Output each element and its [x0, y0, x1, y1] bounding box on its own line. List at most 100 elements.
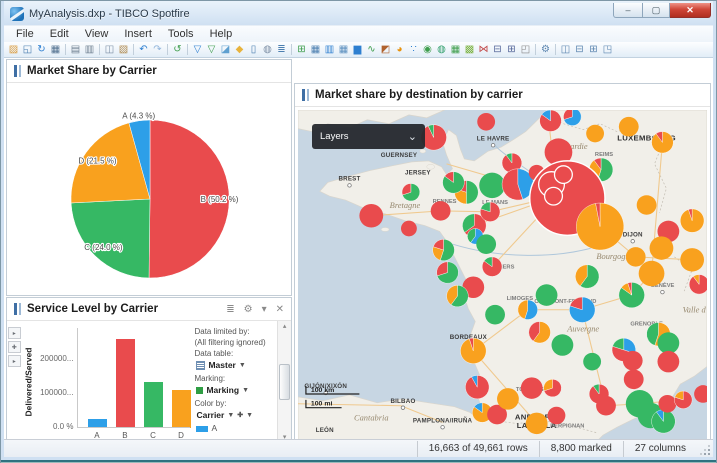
toolbar-line-chart-icon[interactable]: ∿ — [365, 43, 378, 56]
toolbar-undo-all-icon[interactable]: ↺ — [171, 43, 184, 56]
map-pie-marker[interactable] — [674, 390, 693, 409]
toolbar-undo-icon[interactable]: ↶ — [137, 43, 150, 56]
map-pie-marker[interactable] — [649, 236, 674, 260]
toolbar-open-from-library-icon[interactable]: ◱ — [21, 43, 34, 56]
scrollbar-thumb[interactable] — [279, 363, 291, 400]
map-pie-marker[interactable] — [658, 394, 677, 413]
toolbar-cross-table-icon[interactable]: ▦ — [337, 43, 350, 56]
toolbar-filters-icon[interactable]: ▽ — [191, 43, 204, 56]
map-pie-marker[interactable] — [638, 260, 665, 287]
toolbar-maximize-visualization-icon[interactable]: ◳ — [601, 43, 614, 56]
map-pie-marker[interactable] — [586, 124, 605, 143]
map-pie-marker[interactable] — [623, 369, 644, 390]
data-table-selector[interactable]: Master ▼ — [196, 360, 275, 371]
toolbar-combination-chart-icon[interactable]: ◩ — [379, 43, 392, 56]
map-pie-marker[interactable] — [547, 406, 566, 425]
close-button[interactable]: ✕ — [670, 3, 711, 18]
map-pie-marker[interactable] — [625, 247, 646, 267]
menu-item-insert[interactable]: Insert — [116, 26, 160, 42]
map-chart-area[interactable]: GUERNSEY JERSEY LE HAVRE BREST LUXEMBOURG DIJ… — [295, 107, 710, 439]
plus-icon[interactable]: ✚ — [237, 410, 243, 421]
map-pie-marker[interactable] — [563, 110, 582, 126]
toolbar-details-on-demand-icon[interactable]: ▯ — [247, 43, 260, 56]
map-pie-marker[interactable] — [479, 172, 505, 199]
toolbar-box-plot-icon[interactable]: ⊟ — [491, 43, 504, 56]
minimize-button[interactable]: – — [613, 3, 643, 18]
map-pie-marker[interactable] — [569, 296, 596, 323]
map-pie-marker[interactable] — [497, 388, 519, 410]
map-pie-marker[interactable] — [657, 332, 680, 354]
toolbar-parallel-coordinate-plot-icon[interactable]: ⋈ — [477, 43, 490, 56]
map-pie-marker[interactable] — [618, 116, 639, 137]
toolbar-pie-chart-icon[interactable]: ◕ — [393, 43, 406, 56]
toolbar-graphical-table-icon[interactable]: ▥ — [323, 43, 336, 56]
france-map[interactable]: GUERNSEYJERSEYLE HAVREBRESTLUXEMBOURGDIJ… — [298, 110, 707, 439]
toolbar-save-icon[interactable]: ▦ — [49, 43, 62, 56]
toolbar-document-properties-icon[interactable]: ⚙ — [539, 43, 552, 56]
map-pie-marker[interactable] — [576, 202, 625, 251]
map-pie-marker[interactable] — [520, 377, 543, 399]
axis-arrow-button[interactable]: ▸ — [7, 327, 21, 339]
map-pie-marker[interactable] — [477, 112, 496, 131]
toolbar-tags-icon[interactable]: ◪ — [219, 43, 232, 56]
maximize-button[interactable]: ▢ — [643, 3, 670, 18]
map-pie-marker[interactable] — [618, 282, 645, 308]
y-axis-zoom-slider[interactable]: ▸ ✚ ▸ — [7, 321, 22, 439]
toolbar-3d-scatter-plot-icon[interactable]: ◉ — [421, 43, 434, 56]
title-bar[interactable]: MyAnalysis.dxp - TIBCO Spotfire – ▢ ✕ — [4, 1, 713, 25]
map-pie-marker[interactable] — [482, 256, 503, 277]
bar-C[interactable] — [144, 382, 164, 428]
map-pie-marker[interactable] — [465, 375, 490, 400]
toolbar-bookmarks-icon[interactable]: ◆ — [233, 43, 246, 56]
map-pie-marker[interactable] — [543, 379, 562, 398]
map-pie-marker[interactable] — [436, 261, 459, 284]
pie-panel-header[interactable]: Market Share by Carrier — [7, 60, 291, 83]
axis-plus-button[interactable]: ✚ — [7, 341, 21, 353]
bar-panel-header[interactable]: Service Level by Carrier ≣ ⚙ ▾ ✕ — [7, 298, 291, 321]
map-pie-marker[interactable] — [528, 321, 551, 344]
map-pie-marker[interactable] — [359, 204, 384, 228]
map-pie-marker[interactable] — [689, 274, 707, 295]
marking-selector[interactable]: Marking ▼ — [196, 385, 275, 396]
toolbar-summary-table-icon[interactable]: ⊞ — [505, 43, 518, 56]
map-pie-marker[interactable] — [694, 385, 707, 403]
map-pie-marker[interactable] — [575, 264, 600, 289]
menu-item-tools[interactable]: Tools — [160, 26, 202, 42]
map-pie-marker[interactable] — [651, 409, 676, 434]
map-pie-marker[interactable] — [430, 201, 451, 221]
bar-A[interactable] — [88, 419, 108, 428]
map-panel-header[interactable]: Market share by destination by carrier — [295, 84, 710, 107]
map-pie-marker[interactable] — [460, 337, 487, 364]
map-pie-marker[interactable] — [636, 195, 657, 215]
map-pie-marker[interactable] — [476, 234, 497, 254]
map-pie-marker[interactable] — [651, 131, 674, 154]
map-pie-marker[interactable] — [622, 350, 643, 371]
toolbar-tile-horizontal-icon[interactable]: ◫ — [559, 43, 572, 56]
panel-legend-icon[interactable]: ≣ — [226, 304, 234, 315]
toolbar-open-icon[interactable]: ▨ — [7, 43, 20, 56]
map-pie-marker[interactable] — [485, 304, 505, 325]
menu-item-edit[interactable]: Edit — [42, 26, 77, 42]
map-pie-marker[interactable] — [657, 350, 680, 373]
layers-dropdown[interactable]: Layers ⌄ — [312, 124, 425, 149]
toolbar-export-icon[interactable]: ▥ — [83, 43, 96, 56]
toolbar-new-table-icon[interactable]: ▦ — [309, 43, 322, 56]
toolbar-bar-chart-icon[interactable]: ▆ — [351, 43, 364, 56]
map-pie-marker[interactable] — [535, 284, 558, 306]
resize-grip[interactable] — [699, 444, 711, 456]
properties-scrollbar[interactable]: ▴ ▾ — [277, 321, 291, 439]
menu-item-file[interactable]: File — [8, 26, 42, 42]
map-pie-marker[interactable] — [401, 183, 420, 202]
map-pie-marker[interactable] — [432, 239, 455, 261]
toolbar-scatter-plot-icon[interactable]: ∵ — [407, 43, 420, 56]
toolbar-collaboration-icon[interactable]: ◍ — [261, 43, 274, 56]
map-pie-marker[interactable] — [680, 248, 705, 272]
panel-close-icon[interactable]: ✕ — [276, 304, 284, 315]
toolbar-text-area-icon[interactable]: ◰ — [519, 43, 532, 56]
map-pie-marker[interactable] — [442, 171, 465, 194]
toolbar-tile-grid-icon[interactable]: ⊞ — [587, 43, 600, 56]
map-pie-marker[interactable] — [596, 395, 616, 416]
toolbar-tile-vertical-icon[interactable]: ⊟ — [573, 43, 586, 56]
toolbar-lists-icon[interactable]: ≣ — [275, 43, 288, 56]
panel-collapse-chevron-icon[interactable]: ▾ — [262, 304, 267, 315]
